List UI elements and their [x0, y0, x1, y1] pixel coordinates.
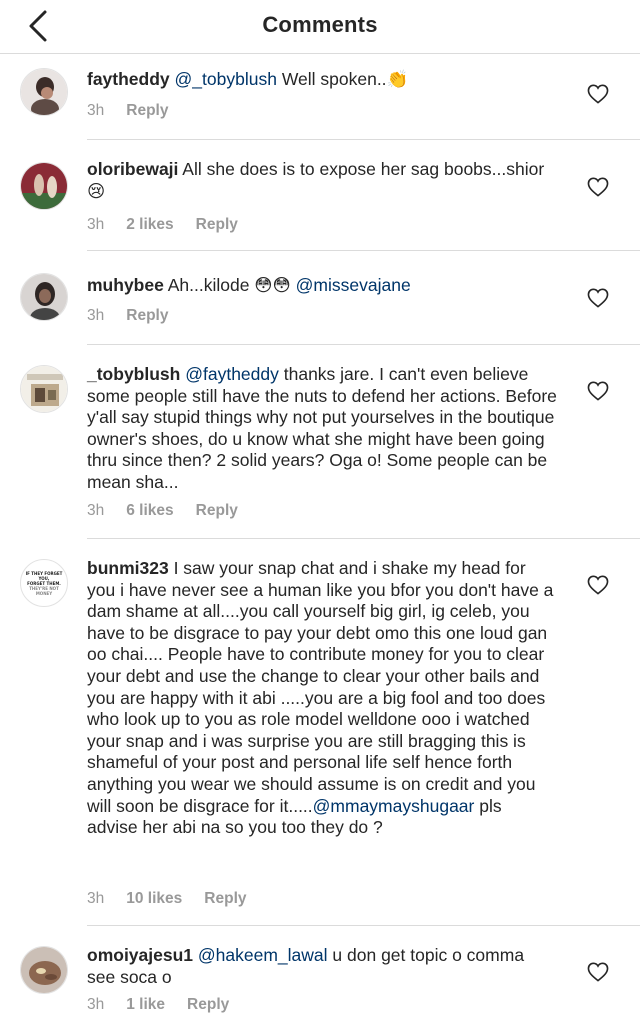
comment-time: 3h	[87, 502, 105, 519]
comment-meta: 3h Reply	[87, 307, 190, 325]
likes-count[interactable]: 1 like	[126, 996, 165, 1014]
heart-icon[interactable]	[587, 962, 609, 982]
comment-time: 3h	[87, 216, 105, 233]
likes-count[interactable]: 6 likes	[126, 502, 173, 520]
comment-username[interactable]: oloribewaji	[87, 159, 178, 179]
reply-button[interactable]: Reply	[126, 102, 168, 120]
comment-meta: 3h 10 likes Reply	[87, 890, 269, 908]
divider	[87, 250, 640, 251]
comment-username[interactable]: omoiyajesu1	[87, 945, 193, 965]
comment-body: Ah...kilode 😳😳	[163, 275, 296, 295]
heart-icon[interactable]	[587, 288, 609, 308]
comment-time: 3h	[87, 102, 105, 119]
comment-time: 3h	[87, 307, 105, 324]
comment-time: 3h	[87, 890, 105, 907]
comment-mention[interactable]: @missevajane	[296, 275, 411, 295]
comment-text: bunmi323 I saw your snap chat and i shak…	[87, 558, 557, 839]
comment-username[interactable]: faytheddy	[87, 69, 170, 89]
comment-username[interactable]: muhybee	[87, 275, 164, 295]
avatar[interactable]	[20, 162, 68, 210]
avatar[interactable]	[20, 946, 68, 994]
heart-icon[interactable]	[587, 84, 609, 104]
comment-meta: 3h 6 likes Reply	[87, 502, 260, 520]
likes-count[interactable]: 2 likes	[126, 216, 173, 234]
comment-time: 3h	[87, 996, 105, 1013]
reply-button[interactable]: Reply	[187, 996, 229, 1014]
avatar[interactable]	[20, 273, 68, 321]
comment-mention[interactable]: @faytheddy	[185, 364, 279, 384]
comment-username[interactable]: _tobyblush	[87, 364, 180, 384]
avatar-text-line: THEY'RE NOT MONEY	[29, 585, 59, 596]
comment-text: _tobyblush @faytheddy thanks jare. I can…	[87, 364, 557, 494]
comment-meta: 3h 2 likes Reply	[87, 216, 260, 234]
comment-body: Well spoken..👏	[276, 69, 409, 89]
comment-mention[interactable]: @_tobyblush	[175, 69, 277, 89]
reply-button[interactable]: Reply	[196, 502, 238, 520]
comment-username[interactable]: bunmi323	[87, 558, 169, 578]
comment-text: faytheddy @_tobyblush Well spoken..👏	[87, 69, 557, 91]
comment-text: muhybee Ah...kilode 😳😳 @missevajane	[87, 275, 557, 297]
comment-mention[interactable]: @mmaymayshugaar	[313, 796, 475, 816]
avatar[interactable]	[20, 68, 68, 116]
comment-meta: 3h 1 like Reply	[87, 996, 251, 1014]
divider	[87, 139, 640, 140]
avatar[interactable]: IF THEY FORGET YOU, FORGET THEM. THEY'RE…	[20, 559, 68, 607]
heart-icon[interactable]	[587, 381, 609, 401]
heart-icon[interactable]	[587, 575, 609, 595]
reply-button[interactable]: Reply	[204, 890, 246, 908]
likes-count[interactable]: 10 likes	[126, 890, 182, 908]
header-bar: Comments	[0, 0, 640, 54]
reply-button[interactable]: Reply	[126, 307, 168, 325]
divider	[87, 538, 640, 539]
heart-icon[interactable]	[587, 177, 609, 197]
divider	[87, 344, 640, 345]
divider	[87, 925, 640, 926]
page-title: Comments	[262, 12, 378, 37]
comment-text: oloribewaji All she does is to expose he…	[87, 159, 557, 202]
comment-body: I saw your snap chat and i shake my head…	[87, 558, 554, 816]
comment-text: omoiyajesu1 @hakeem_lawal u don get topi…	[87, 945, 557, 988]
comment-meta: 3h Reply	[87, 102, 190, 120]
avatar[interactable]	[20, 365, 68, 413]
comment-mention[interactable]: @hakeem_lawal	[198, 945, 328, 965]
reply-button[interactable]: Reply	[196, 216, 238, 234]
avatar-text-line: IF THEY FORGET YOU,	[25, 570, 63, 581]
